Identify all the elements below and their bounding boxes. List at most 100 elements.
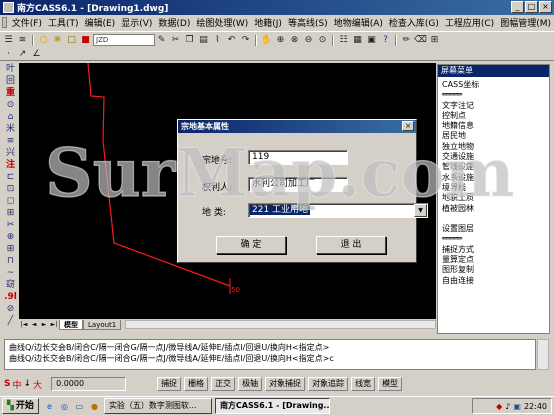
layers-icon[interactable]: ☰	[2, 34, 15, 47]
ok-button[interactable]: 确 定	[216, 236, 286, 254]
screen-menu-item[interactable]: 量算定点	[442, 255, 549, 265]
ie-icon[interactable]: e	[43, 400, 56, 413]
menu-draw[interactable]: 绘图处理(W)	[193, 16, 251, 29]
tool-house-icon[interactable]: ⌂	[4, 112, 18, 123]
tab-next-button[interactable]: ►	[39, 320, 49, 329]
command-window[interactable]: 曲线Q/边长交会B/闭合C/隔一闭合G/隔一点J/微导线A/延伸E/插点I/回退…	[4, 339, 536, 370]
point-icon[interactable]: ·	[2, 48, 15, 61]
ortho-toggle[interactable]: 正交	[211, 377, 236, 391]
tab-first-button[interactable]: |◄	[19, 320, 29, 329]
tool-cave-icon[interactable]: 窈	[4, 280, 18, 291]
grid-icon[interactable]: ⊞	[428, 34, 441, 47]
layer-dropdown[interactable]: JZD	[93, 34, 155, 46]
desktop-icon[interactable]: ▭	[73, 400, 86, 413]
dialog-close-button[interactable]: ×	[402, 121, 414, 131]
arrow-icon[interactable]: ↗	[16, 48, 29, 61]
volume-icon[interactable]: ♪	[505, 402, 510, 411]
task-cass[interactable]: 南方CASS6.1 - [Drawing...	[214, 398, 330, 414]
tool-annotate-icon[interactable]: 注	[4, 160, 18, 171]
screen-menu-item[interactable]: 管线设施	[442, 162, 549, 172]
color-swatch-icon[interactable]: ■	[79, 34, 92, 47]
menu-tools[interactable]: 工具(T)	[45, 16, 82, 29]
match-prop-icon[interactable]: ⌇	[211, 34, 224, 47]
tray-icon[interactable]: ◆	[496, 402, 502, 411]
sun-icon[interactable]: ✱	[51, 34, 64, 47]
close-button[interactable]: ×	[539, 1, 552, 13]
menu-cadastre[interactable]: 地籍(J)	[251, 16, 285, 29]
start-button[interactable]: ▚ 开始	[2, 398, 39, 414]
ime-width[interactable]: 大	[33, 378, 42, 391]
tool-lines-icon[interactable]: ≡	[4, 136, 18, 147]
tool-circle-slash-icon[interactable]: ⊘	[4, 304, 18, 315]
copy-icon[interactable]: ❐	[183, 34, 196, 47]
tab-last-button[interactable]: ►|	[49, 320, 59, 329]
exit-button[interactable]: 退 出	[316, 236, 386, 254]
tab-layout1[interactable]: Layout1	[83, 319, 122, 330]
clock[interactable]: 22:40	[524, 402, 547, 411]
tool-grid-icon[interactable]: ⊞	[4, 208, 18, 219]
tool-rice-icon[interactable]: 米	[4, 124, 18, 135]
chevron-down-icon[interactable]: ▼	[414, 204, 427, 217]
command-scrollbar[interactable]	[537, 339, 549, 370]
tool-gate-icon[interactable]: ⊓	[4, 256, 18, 267]
tool-table-icon[interactable]: ⊞	[4, 244, 18, 255]
zoom-window-icon[interactable]: ⊗	[288, 34, 301, 47]
screen-menu-item[interactable]: CASS坐标	[442, 80, 549, 90]
horizontal-scrollbar[interactable]	[125, 320, 436, 329]
command-prompt-line[interactable]: 曲线Q/边长交会B/闭合C/隔一闭合G/隔一点J/微导线A/延伸E/插点I/回退…	[9, 353, 531, 364]
outlook-icon[interactable]: ◎	[58, 400, 71, 413]
tool-scissors-icon[interactable]: ✂	[4, 220, 18, 231]
undo-icon[interactable]: ↶	[225, 34, 238, 47]
tool-leaf-icon[interactable]: 叶	[4, 64, 18, 75]
help-icon[interactable]: ?	[379, 34, 392, 47]
snap-toggle[interactable]: 捕捉	[157, 377, 182, 391]
maximize-button[interactable]: □	[525, 1, 538, 13]
grid-toggle[interactable]: 栅格	[184, 377, 209, 391]
minimize-button[interactable]: _	[511, 1, 524, 13]
otrack-toggle[interactable]: 对象追踪	[308, 377, 349, 391]
pencil-icon[interactable]: ✏	[400, 34, 413, 47]
pan-icon[interactable]: ✋	[260, 34, 273, 47]
hand-pencil-icon[interactable]: ✎	[155, 34, 168, 47]
polyline-icon[interactable]: ∠	[30, 48, 43, 61]
screen-menu-item[interactable]: 地籍信息	[442, 121, 549, 131]
screen-menu-item[interactable]: 水系设施	[442, 173, 549, 183]
cut-icon[interactable]: ✂	[169, 34, 182, 47]
document-icon[interactable]	[2, 17, 7, 28]
network-icon[interactable]: ▣	[513, 402, 521, 411]
lightbulb-icon[interactable]: ○	[37, 34, 50, 47]
layer-state-icon[interactable]: ≋	[16, 34, 29, 47]
lineweight-toggle[interactable]: 线宽	[351, 377, 376, 391]
ime-indicator[interactable]: S 中 ↓ 大	[4, 378, 42, 391]
osnap-toggle[interactable]: 对象捕捉	[265, 377, 306, 391]
screen-menu-item[interactable]: 图形复制	[442, 265, 549, 275]
menu-file[interactable]: 文件(F)	[9, 16, 45, 29]
screen-menu-item[interactable]: 自由连接	[442, 276, 549, 286]
properties-icon[interactable]: ☷	[337, 34, 350, 47]
ime-mode[interactable]: 中	[12, 378, 21, 391]
menu-edit[interactable]: 编辑(E)	[81, 16, 118, 29]
screen-menu-item[interactable]: 独立地物	[442, 142, 549, 152]
menu-data[interactable]: 数据(D)	[155, 16, 193, 29]
menu-contour[interactable]: 等高线(S)	[285, 16, 331, 29]
screen-menu-item[interactable]: 交通设施	[442, 152, 549, 162]
screen-menu-item[interactable]: 文字注记	[442, 101, 549, 111]
menu-check[interactable]: 检查入库(G)	[386, 16, 442, 29]
land-type-select[interactable]: 221 工业用地 ▼	[248, 203, 428, 218]
tool-wave-icon[interactable]: ~	[4, 268, 18, 279]
ime-arrow[interactable]: ↓	[24, 379, 32, 389]
zoom-realtime-icon[interactable]: ⊕	[274, 34, 287, 47]
model-toggle[interactable]: 模型	[378, 377, 403, 391]
tool-square-dot-icon[interactable]: ⊡	[4, 184, 18, 195]
menu-sheet[interactable]: 图幅管理(M)	[497, 16, 554, 29]
tool-plant-icon[interactable]: 兴	[4, 148, 18, 159]
design-center-icon[interactable]: ▦	[351, 34, 364, 47]
media-icon[interactable]: ●	[88, 400, 101, 413]
lock-icon[interactable]: □	[65, 34, 78, 47]
screen-menu-item[interactable]: 地貌土质	[442, 193, 549, 203]
owner-field[interactable]: 水利公司加工厂	[248, 177, 348, 192]
redo-icon[interactable]: ↷	[239, 34, 252, 47]
tool-bracket-icon[interactable]: ⊏	[4, 172, 18, 183]
screen-menu-item[interactable]: 植被园林	[442, 204, 549, 214]
tool-crosshair-icon[interactable]: ⊕	[4, 232, 18, 243]
